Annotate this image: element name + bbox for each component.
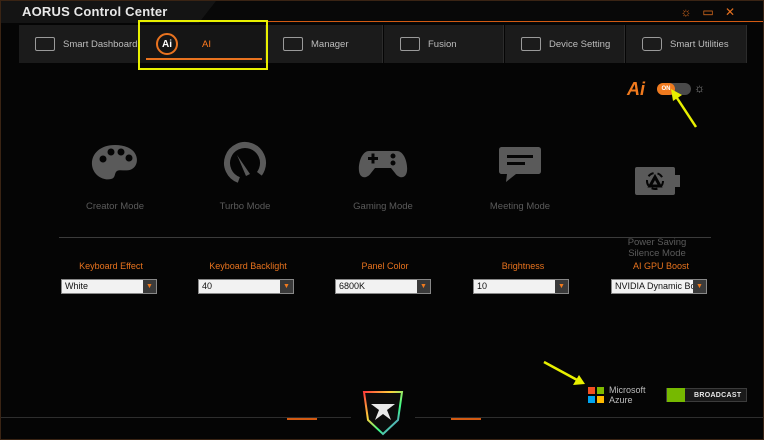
title-accent-line	[197, 21, 763, 22]
restore-icon[interactable]: ▭	[700, 4, 716, 20]
keyboard-effect-setting: Keyboard Effect White ▼	[61, 261, 161, 294]
chevron-down-icon: ▼	[693, 280, 706, 293]
tab-label: Manager	[311, 38, 349, 50]
keyboard-backlight-select[interactable]: 40 ▼	[198, 279, 294, 294]
bottom-accent-left	[287, 418, 317, 420]
keyboard-backlight-setting: Keyboard Backlight 40 ▼	[198, 261, 298, 294]
setting-label: AI GPU Boost	[632, 261, 690, 271]
monitor-icon	[35, 37, 55, 51]
mode-power-saving[interactable]: Power Saving Silence Mode	[597, 141, 717, 277]
app-window: AORUS Control Center ☼ ▭ ✕ Smart Dashboa…	[0, 0, 764, 440]
brightness-setting: Brightness 10 ▼	[473, 261, 573, 294]
tab-smart-dashboard[interactable]: Smart Dashboard	[19, 25, 139, 63]
close-icon[interactable]: ✕	[722, 4, 738, 20]
mode-gaming[interactable]: Gaming Mode	[323, 141, 443, 212]
battery-recycle-icon	[635, 167, 680, 195]
azure-label: Microsoft Azure	[609, 385, 646, 405]
setting-label: Keyboard Effect	[79, 261, 143, 271]
tab-fusion[interactable]: Fusion	[384, 25, 504, 63]
panel-color-select[interactable]: 6800K ▼	[335, 279, 431, 294]
keyboard-grid-icon	[283, 37, 303, 51]
tab-label: Fusion	[428, 38, 457, 50]
tab-label: Device Setting	[549, 38, 611, 50]
select-value: 10	[477, 281, 488, 291]
select-value: 40	[202, 281, 213, 291]
setting-label: Panel Color	[361, 261, 409, 271]
select-value: White	[65, 281, 89, 291]
tab-label: Smart Dashboard	[63, 38, 138, 50]
chat-bubble-icon	[499, 147, 541, 182]
nvidia-broadcast-badge: BROADCAST	[666, 388, 747, 402]
ai-gpu-boost-setting: AI GPU Boost NVIDIA Dynamic Boost ▼	[611, 261, 711, 294]
nvidia-broadcast-label: BROADCAST	[694, 391, 742, 399]
microsoft-logo-icon	[588, 387, 604, 403]
azure-line-2: Azure	[609, 395, 633, 405]
chevron-down-icon: ▼	[143, 280, 156, 293]
annotation-arrow-toggle	[671, 89, 698, 128]
keyboard-icon	[400, 37, 420, 51]
aorus-eagle-logo-icon	[362, 391, 404, 436]
mode-label: Turbo Mode	[219, 201, 271, 212]
brightness-select[interactable]: 10 ▼	[473, 279, 569, 294]
mode-label: Power Saving Silence Mode	[627, 237, 687, 259]
palette-icon	[91, 145, 137, 180]
chevron-down-icon: ▼	[417, 280, 430, 293]
mode-turbo[interactable]: Turbo Mode	[185, 141, 305, 212]
tab-smart-utilities[interactable]: Smart Utilities	[626, 25, 747, 63]
setting-label: Brightness	[501, 261, 545, 271]
settings-icon[interactable]: ☼	[678, 4, 694, 20]
mode-label: Meeting Mode	[489, 201, 551, 212]
select-value: 6800K	[339, 281, 366, 291]
mode-meeting[interactable]: Meeting Mode	[460, 141, 580, 212]
ai-icon: Ai	[156, 33, 178, 55]
keyboard-effect-select[interactable]: White ▼	[61, 279, 157, 294]
active-tab-indicator	[146, 58, 262, 60]
mode-label: Gaming Mode	[353, 201, 413, 212]
mode-list: Creator Mode Turbo Mode Gaming Mode Meet…	[55, 141, 715, 259]
laptop-icon	[521, 37, 541, 51]
bottom-accent-right	[451, 418, 481, 420]
azure-line-1: Microsoft	[609, 385, 646, 395]
panel-color-setting: Panel Color 6800K ▼	[335, 261, 435, 294]
mode-creator[interactable]: Creator Mode	[55, 141, 175, 212]
chevron-down-icon: ▼	[555, 280, 568, 293]
annotation-arrow-azure	[543, 360, 585, 385]
tab-device-setting[interactable]: Device Setting	[505, 25, 625, 63]
ai-gpu-boost-select[interactable]: NVIDIA Dynamic Boost ▼	[611, 279, 707, 294]
speedometer-icon	[224, 142, 266, 184]
app-title: AORUS Control Center	[22, 4, 168, 19]
tab-bar: Smart Dashboard Ai AI Manager Fusion Dev…	[19, 25, 747, 63]
chevron-down-icon: ▼	[280, 280, 293, 293]
nvidia-logo-icon	[667, 388, 685, 402]
utility-icon	[642, 37, 662, 51]
mode-label: Creator Mode	[85, 201, 145, 212]
title-bar: AORUS Control Center ☼ ▭ ✕	[1, 1, 763, 23]
gamepad-icon	[358, 151, 408, 178]
ai-logo: Ai	[627, 79, 645, 99]
setting-label: Keyboard Backlight	[209, 261, 287, 271]
section-divider	[59, 237, 711, 238]
tab-label: AI	[202, 38, 211, 50]
tab-ai[interactable]: Ai AI	[140, 25, 266, 63]
tab-manager[interactable]: Manager	[267, 25, 383, 63]
tab-label: Smart Utilities	[670, 38, 729, 50]
